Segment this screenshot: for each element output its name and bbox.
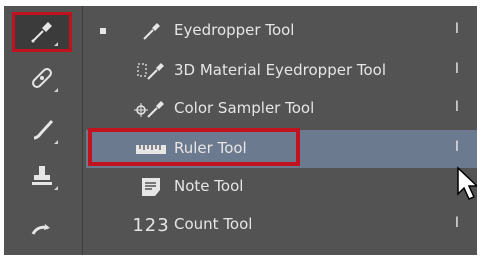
menu-item-ruler-tool[interactable]: Ruler Tool I	[86, 128, 477, 168]
healing-brush-icon	[32, 68, 52, 88]
tools-panel	[4, 6, 83, 255]
more-tools-indicator	[54, 186, 58, 190]
tool-flyout-menu: Eyedropper Tool I 3D Material Eyedropper…	[86, 6, 477, 255]
menu-item-label: Ruler Tool	[174, 139, 247, 157]
ruler-icon	[130, 137, 172, 161]
mouse-cursor-icon	[457, 166, 477, 200]
menu-item-label: Eyedropper Tool	[174, 21, 295, 39]
menu-item-shortcut: I	[454, 215, 459, 231]
active-tool-bullet	[100, 28, 106, 34]
menu-item-label: 3D Material Eyedropper Tool	[174, 61, 387, 79]
clone-stamp-icon	[32, 166, 52, 185]
more-tools-indicator	[54, 140, 58, 144]
menu-item-eyedropper-tool[interactable]: Eyedropper Tool I	[86, 12, 477, 50]
tool-flyout-frame: Eyedropper Tool I 3D Material Eyedropper…	[4, 6, 477, 255]
brush-icon	[33, 119, 54, 140]
menu-item-color-sampler-tool[interactable]: Color Sampler Tool I	[86, 90, 477, 128]
menu-item-note-tool[interactable]: Note Tool	[86, 168, 477, 206]
menu-item-shortcut: I	[454, 139, 459, 155]
menu-item-label: Note Tool	[174, 177, 244, 195]
menu-item-shortcut: I	[454, 99, 459, 115]
count-icon: 123	[132, 214, 170, 236]
menu-item-3d-material-eyedropper-tool[interactable]: 3D Material Eyedropper Tool I	[86, 52, 477, 90]
menu-item-shortcut: I	[454, 61, 459, 77]
menu-item-label: Color Sampler Tool	[174, 99, 315, 117]
color-sampler-icon	[130, 97, 172, 121]
toolbar-brush-button[interactable]	[12, 110, 72, 150]
toolbar-eyedropper-button[interactable]	[12, 12, 72, 52]
toolbar-healing-brush-button[interactable]	[12, 58, 72, 98]
more-tools-indicator	[54, 88, 58, 92]
toolbar-clone-stamp-button[interactable]	[12, 156, 72, 196]
more-tools-indicator	[54, 42, 58, 46]
toolbar-history-brush-button[interactable]	[12, 210, 72, 250]
eyedropper-icon	[130, 19, 172, 43]
menu-item-label: Count Tool	[174, 215, 253, 233]
note-icon	[130, 175, 172, 199]
menu-item-shortcut: I	[454, 21, 459, 37]
menu-item-count-tool[interactable]: 123 Count Tool I	[86, 206, 477, 244]
eyedropper-icon	[31, 22, 52, 43]
history-brush-icon	[31, 224, 50, 235]
3d-material-eyedropper-icon	[130, 59, 172, 83]
